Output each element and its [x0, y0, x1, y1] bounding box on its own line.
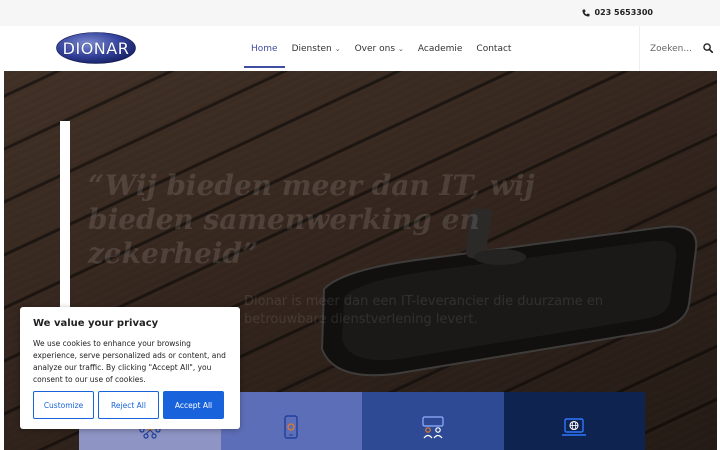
nav-home[interactable]: Home [244, 26, 285, 71]
site-header: DIONAR Home Diensten ⌄ Over ons ⌄ Academie… [0, 26, 720, 71]
nav-over-ons-label: Over ons [354, 43, 396, 54]
service-tile-support[interactable] [362, 392, 504, 450]
hero-subtitle: Dionar is meer dan een IT-leverancier di… [244, 294, 604, 327]
hero-accent-bar [60, 121, 70, 321]
chevron-down-icon: ⌄ [334, 44, 341, 53]
search-icon[interactable] [703, 43, 713, 53]
nav-contact[interactable]: Contact [469, 26, 518, 71]
service-tile-mobile[interactable] [220, 392, 362, 450]
nav-contact-label: Contact [476, 43, 512, 54]
top-bar: 023 5653300 [0, 0, 720, 26]
cookie-buttons: Customize Reject All Accept All [33, 391, 224, 419]
search-box [639, 26, 720, 71]
laptop-globe-icon [562, 418, 587, 436]
service-tile-web[interactable] [503, 392, 645, 450]
nav-over-ons[interactable]: Over ons ⌄ [348, 26, 411, 71]
chevron-down-icon: ⌄ [398, 44, 404, 53]
support-users-icon [422, 416, 444, 439]
reject-all-button[interactable]: Reject All [98, 391, 159, 419]
customize-button[interactable]: Customize [33, 391, 94, 419]
nav-academie-label: Academie [417, 43, 463, 54]
phone-number-link[interactable]: 023 5653300 [582, 8, 653, 17]
nav-academie[interactable]: Academie [411, 26, 470, 71]
nav-diensten-label: Diensten [291, 43, 332, 54]
phone-icon [582, 9, 590, 16]
main-nav: Home Diensten ⌄ Over ons ⌄ Academie Contac… [244, 26, 518, 71]
search-input[interactable] [650, 43, 698, 54]
logo-text: DIONAR [62, 38, 130, 58]
cookie-text: We use cookies to enhance your browsing … [33, 339, 226, 384]
accept-all-button[interactable]: Accept All [163, 391, 224, 419]
hero-quote: “Wij bieden meer dan IT, wij bieden same… [88, 169, 535, 270]
cookie-consent-banner: We value your privacy We use cookies to … [20, 307, 240, 429]
mobile-security-icon [284, 415, 298, 439]
phone-number-text: 023 5653300 [594, 8, 653, 17]
nav-diensten[interactable]: Diensten ⌄ [285, 26, 348, 71]
cookie-title: We value your privacy [33, 318, 159, 329]
nav-home-label: Home [251, 43, 278, 54]
logo[interactable]: DIONAR [56, 32, 136, 64]
